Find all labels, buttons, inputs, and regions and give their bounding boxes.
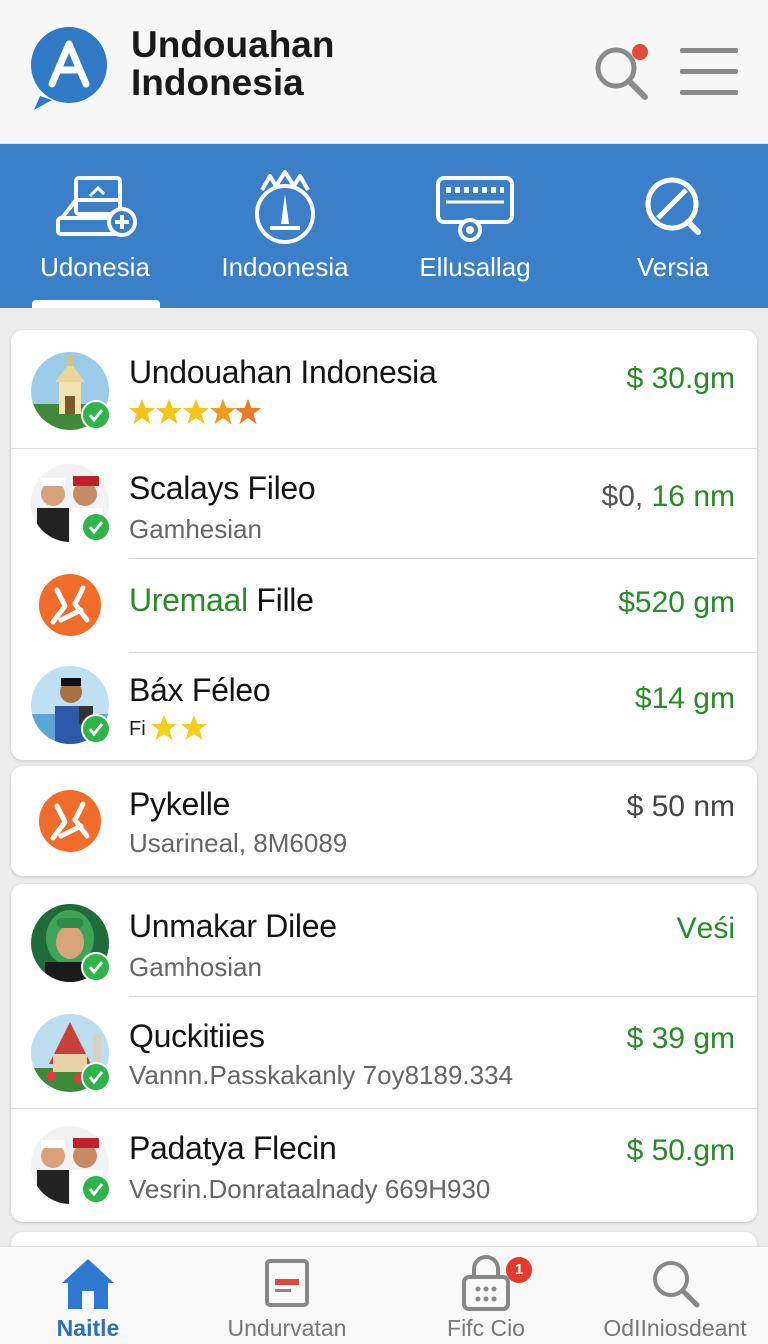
listing-subtitle: Gamhosian bbox=[129, 952, 262, 982]
tab-udonesia[interactable]: Udonesia bbox=[0, 144, 190, 308]
storefront-icon bbox=[436, 176, 514, 242]
price-value: 16 nm bbox=[651, 480, 735, 513]
listing-title-rest: Fille bbox=[256, 582, 314, 618]
bottom-navigation: Naitle Undurvatan 1 Fifc Cio OdIIniosdea… bbox=[0, 1246, 768, 1344]
price-prefix: $0, bbox=[601, 480, 644, 513]
search-icon bbox=[653, 1261, 700, 1308]
avatar bbox=[31, 1126, 111, 1204]
nav-undurvatan[interactable]: Undurvatan bbox=[196, 1247, 378, 1344]
listing-row[interactable]: Padatya Flecin Vesrin.Donrataalnady 669H… bbox=[11, 1108, 757, 1222]
notification-badge: 1 bbox=[506, 1257, 532, 1283]
verified-check-icon bbox=[81, 1174, 111, 1204]
home-icon bbox=[62, 1259, 114, 1309]
listing-row[interactable]: Uremaal Fille $520 gm bbox=[11, 558, 757, 652]
star-icon bbox=[181, 715, 207, 740]
search-slash-icon bbox=[645, 177, 701, 235]
app-title-line2: Indonesia bbox=[131, 62, 304, 103]
avatar bbox=[31, 566, 109, 644]
listing-row[interactable]: Quckitiies Vannn.Passkakanly 7oy8189.334… bbox=[11, 996, 757, 1108]
selected-tab-indicator bbox=[32, 300, 160, 308]
tab-label: Udonesia bbox=[40, 252, 150, 282]
search-icon[interactable] bbox=[590, 40, 654, 104]
listing-subtitle: Vesrin.Donrataalnady 669H930 bbox=[129, 1174, 491, 1204]
listing-row[interactable]: Báx Féleo Fi $14 gm bbox=[11, 652, 757, 760]
listing-price: $ 30.gm bbox=[626, 362, 735, 395]
rating-stars bbox=[151, 715, 207, 740]
tab-label: Ellusallag bbox=[419, 252, 531, 282]
verified-check-icon bbox=[81, 400, 111, 430]
listing-subtitle: Gamhesian bbox=[129, 514, 262, 544]
nav-fifc-cio[interactable]: 1 Fifc Cio bbox=[416, 1247, 556, 1344]
listing-subtitle: Vannn.Passkakanly 7oy8189.334 bbox=[129, 1060, 514, 1090]
nav-label: OdIIniosdeant bbox=[603, 1315, 747, 1341]
listing-row[interactable]: Scalays Fileo Gamhesian $0, 16 nm bbox=[11, 448, 757, 558]
hamburger-menu-icon[interactable] bbox=[678, 44, 740, 100]
listing-title: Uremaal Fille bbox=[129, 582, 314, 619]
star-icon bbox=[235, 399, 261, 424]
nav-label: Naitle bbox=[56, 1315, 120, 1341]
listing-title: Padatya Flecin bbox=[129, 1130, 337, 1166]
verified-check-icon bbox=[81, 952, 111, 982]
listing-title: Quckitiies bbox=[129, 1018, 265, 1054]
nav-home[interactable]: Naitle bbox=[0, 1247, 176, 1344]
verified-check-icon bbox=[81, 1062, 111, 1092]
tab-versia[interactable]: Versia bbox=[578, 144, 768, 308]
map-pin-add-icon bbox=[56, 176, 137, 237]
listing-title: Báx Féleo bbox=[129, 672, 271, 708]
star-icon bbox=[210, 399, 236, 424]
verified-check-icon bbox=[81, 512, 111, 542]
monument-icon bbox=[255, 170, 315, 244]
avatar bbox=[31, 1014, 111, 1092]
nav-label: Undurvatan bbox=[227, 1315, 347, 1341]
tab-indoonesia[interactable]: Indoonesia bbox=[190, 144, 380, 308]
tab-ellusallag[interactable]: Ellusallag bbox=[380, 144, 570, 308]
nav-search[interactable]: OdIIniosdeant bbox=[586, 1247, 764, 1344]
star-icon bbox=[156, 399, 182, 424]
orange-x-logo bbox=[31, 566, 109, 644]
avatar bbox=[31, 904, 111, 982]
listing-price: $520 gm bbox=[618, 586, 735, 619]
listing-title: Pykelle bbox=[129, 786, 231, 822]
notification-dot bbox=[632, 44, 648, 60]
listing-title-highlight: Uremaal bbox=[129, 582, 248, 618]
listing-price: $14 gm bbox=[634, 682, 735, 715]
tab-label: Indoonesia bbox=[221, 252, 349, 282]
nav-label: Fifc Cio bbox=[447, 1315, 525, 1341]
rating-stars bbox=[129, 399, 261, 424]
listing-row[interactable]: Undouahan Indonesia $ 30.gm bbox=[11, 330, 757, 448]
listing-price: $ 39 gm bbox=[626, 1022, 735, 1055]
star-icon bbox=[129, 399, 155, 424]
listing-row[interactable]: Unmakar Dilee Gamhosian Vеśi bbox=[11, 884, 757, 996]
listing-title: Scalays Fileo bbox=[129, 470, 316, 506]
avatar bbox=[31, 464, 111, 542]
category-tabs: Udonesia Indoonesia Ellusallag Versia bbox=[0, 144, 768, 308]
star-icon bbox=[183, 399, 209, 424]
verified-check-icon bbox=[81, 714, 111, 744]
avatar bbox=[31, 352, 111, 430]
listing-card: Undouahan Indonesia $ 30.gm Scalays File… bbox=[11, 330, 757, 760]
orange-x-logo bbox=[31, 782, 109, 860]
app-title: Undouahan Indonesia bbox=[131, 26, 431, 102]
card-icon bbox=[265, 1259, 309, 1307]
listing-price: $ 50 nm bbox=[626, 790, 735, 823]
listing-card: Unmakar Dilee Gamhosian Vеśi Quckitiies … bbox=[11, 884, 757, 1222]
app-header: Undouahan Indonesia bbox=[0, 0, 768, 144]
avatar bbox=[31, 666, 111, 744]
tab-label: Versia bbox=[636, 252, 710, 282]
listing-title: Undouahan Indonesia bbox=[129, 354, 437, 390]
listing-price: $ 50.gm bbox=[626, 1134, 735, 1167]
star-icon bbox=[151, 715, 177, 740]
listing-subtitle: Fi bbox=[129, 718, 146, 740]
listing-title: Unmakar Dilee bbox=[129, 908, 337, 944]
listing-subtitle: Usarineal, 8M6089 bbox=[129, 828, 348, 858]
listing-row[interactable]: Pykelle Usarineal, 8M6089 $ 50 nm bbox=[11, 766, 757, 876]
avatar bbox=[31, 782, 109, 860]
listing-card: Pykelle Usarineal, 8M6089 $ 50 nm bbox=[11, 766, 757, 876]
listing-price: Vеśi bbox=[676, 912, 735, 945]
app-logo-icon[interactable] bbox=[30, 26, 108, 112]
listing-price: $0, 16 nm bbox=[602, 480, 735, 514]
app-title-line1: Undouahan bbox=[131, 24, 335, 65]
